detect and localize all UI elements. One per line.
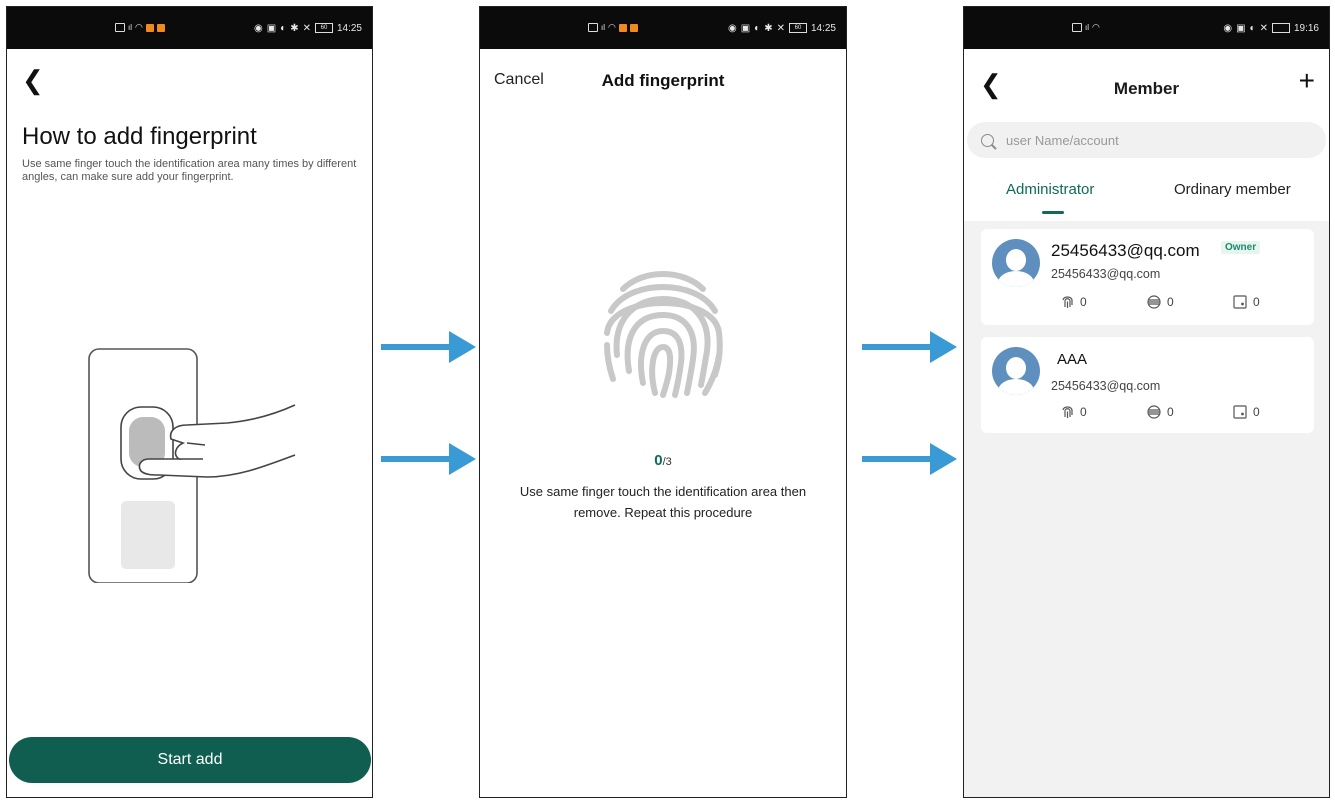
screen-add-fingerprint: ıl ◠ ◉ ▣ ◐ ✱ ✕ 60 14:25 Add fingerprint Cancel… (479, 6, 847, 798)
progress-total: /3 (662, 456, 672, 468)
instruction-text: Use same finger touch the identification… (519, 484, 807, 520)
status-icons-left: ıl ◠ (115, 22, 165, 33)
lock-illustration (88, 348, 296, 583)
card-icon (1147, 405, 1161, 419)
status-icons-right: ◉ ▣ ◐ ✱ ✕ 60 14:25 (253, 22, 362, 34)
search-input[interactable]: user Name/account (967, 122, 1326, 158)
member-card[interactable]: 25456433@qq.com Owner 25456433@qq.com 0 … (981, 229, 1314, 325)
password-count: 0 (1253, 405, 1260, 419)
member-card[interactable]: AAA 25456433@qq.com 0 0 0 (981, 337, 1314, 433)
fingerprint-icon (1062, 296, 1073, 308)
search-placeholder: user Name/account (1006, 132, 1119, 148)
tab-ordinary-member[interactable]: Ordinary member (1174, 181, 1291, 198)
member-email: 25456433@qq.com (1051, 267, 1161, 281)
page-title: Member (1113, 79, 1180, 98)
arrow-right-icon (381, 443, 476, 475)
active-tab-indicator (1042, 211, 1064, 214)
header: ❮ Member + (964, 49, 1329, 119)
member-tabs: Administrator Ordinary member (964, 169, 1329, 221)
owner-badge: Owner (1221, 241, 1261, 254)
back-icon[interactable]: ❮ (22, 67, 44, 93)
password-icon (1233, 295, 1247, 309)
member-stats: 0 0 0 (1061, 405, 1319, 419)
progress-counter: 0/3 (480, 452, 846, 469)
status-time: 14:25 (810, 22, 836, 34)
fingerprint-icon (1062, 406, 1073, 418)
progress-current: 0 (654, 452, 663, 469)
cancel-button[interactable]: Cancel (494, 71, 544, 89)
status-icons-left: ıl ◠ (588, 22, 638, 33)
member-name: AAA (1057, 351, 1088, 368)
avatar (992, 239, 1040, 287)
member-name: 25456433@qq.com (1051, 241, 1200, 260)
arrow-right-icon (862, 331, 957, 363)
card-count: 0 (1167, 405, 1174, 419)
card-icon (1147, 295, 1161, 309)
screen-member: ıl ◠ ◉ ▣ ◐ ✕ 19:16 ❮ Member + user Name/acco… (963, 6, 1330, 798)
search-bar: user Name/account (964, 119, 1329, 169)
add-member-button[interactable]: + (1299, 67, 1315, 95)
arrow-right-icon (381, 331, 476, 363)
card-count: 0 (1167, 295, 1174, 309)
member-email: 25456433@qq.com (1051, 379, 1161, 393)
fingerprint-icon (604, 271, 723, 398)
status-bar: ıl ◠ ◉ ▣ ◐ ✱ ✕ 60 14:25 (7, 7, 372, 49)
password-count: 0 (1253, 295, 1260, 309)
status-icons-right: ◉ ▣ ◐ ✕ 19:16 (1223, 22, 1319, 34)
password-icon (1233, 405, 1247, 419)
page-description: Use same finger touch the identification… (22, 158, 357, 183)
status-time: 14:25 (336, 22, 362, 34)
status-time: 19:16 (1293, 22, 1319, 34)
member-stats: 0 0 0 (1061, 295, 1319, 309)
arrow-right-icon (862, 443, 957, 475)
status-bar: ıl ◠ ◉ ▣ ◐ ✕ 19:16 (964, 7, 1329, 49)
tab-administrator[interactable]: Administrator (1006, 181, 1094, 198)
search-icon (981, 133, 994, 147)
status-icons-right: ◉ ▣ ◐ ✱ ✕ 60 14:25 (727, 22, 836, 34)
avatar (992, 347, 1040, 395)
status-icons-left: ıl ◠ (1072, 22, 1100, 33)
screen-how-to-add: ıl ◠ ◉ ▣ ◐ ✱ ✕ 60 14:25 ❮ How to add fingerpri… (6, 6, 373, 798)
page-title: How to add fingerprint (22, 123, 257, 150)
status-bar: ıl ◠ ◉ ▣ ◐ ✱ ✕ 60 14:25 (480, 7, 846, 49)
start-add-button[interactable]: Start add (9, 737, 371, 783)
fingerprint-count: 0 (1080, 405, 1087, 419)
fingerprint-count: 0 (1080, 295, 1087, 309)
